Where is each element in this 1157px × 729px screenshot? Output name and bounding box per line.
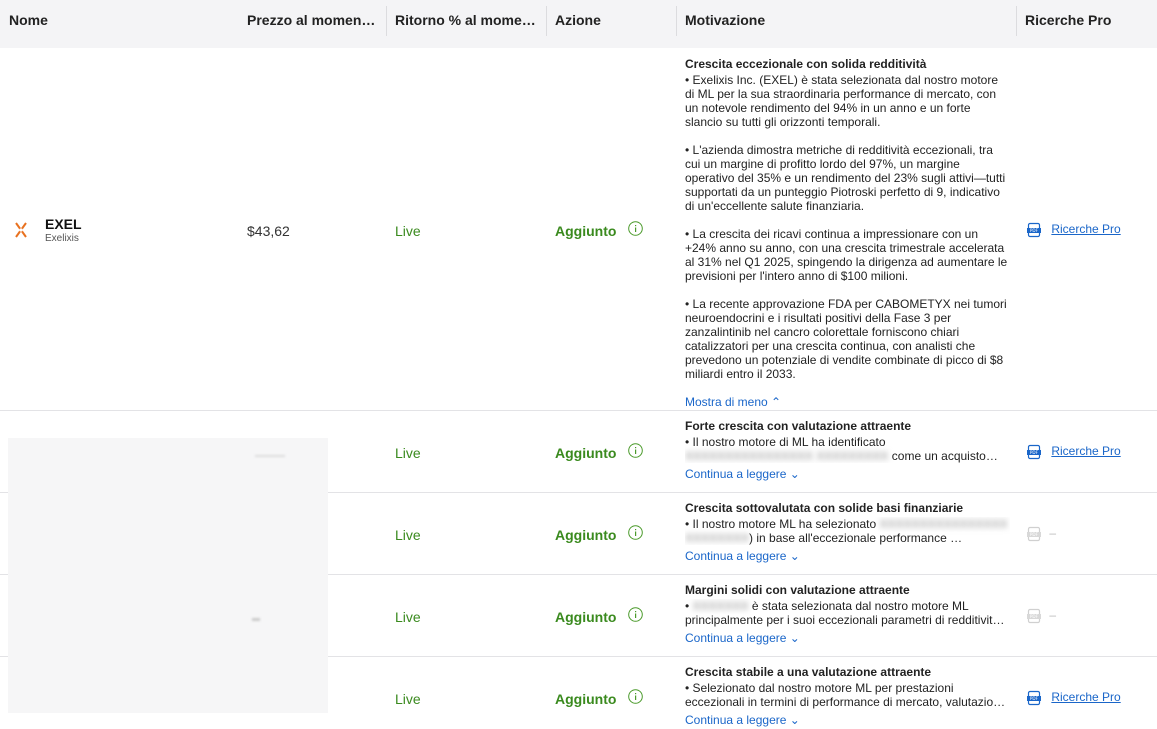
action-status: Aggiunto bbox=[555, 691, 617, 707]
pro-research-link[interactable]: PDF Ricerche Pro bbox=[1026, 444, 1121, 460]
snippet-text: • Il nostro motore ML ha selezionato bbox=[685, 517, 877, 531]
motivation-snippet: • Il nostro motore ML ha selezionato XXX… bbox=[685, 517, 1010, 545]
motivation-title: Crescita sottovalutata con solide basi f… bbox=[685, 501, 964, 515]
action-status: Aggiunto bbox=[555, 527, 617, 543]
read-more-toggle[interactable]: Continua a leggere ⌄ bbox=[685, 467, 1010, 481]
snippet-text: • Il nostro motore di ML ha identificato bbox=[685, 435, 886, 449]
redacted-smudge bbox=[255, 455, 285, 457]
pdf-icon: PDF bbox=[1026, 526, 1042, 542]
col-header-motivation[interactable]: Motivazione bbox=[685, 0, 1005, 48]
pro-research-unavailable: PDF – bbox=[1026, 608, 1056, 624]
pdf-icon: PDF bbox=[1026, 608, 1042, 624]
read-more-toggle[interactable]: Continua a leggere ⌄ bbox=[685, 631, 1010, 645]
svg-text:PDF: PDF bbox=[1030, 532, 1039, 537]
motivation-text: Crescita eccezionale con solida redditiv… bbox=[685, 57, 1010, 409]
ticker-symbol[interactable]: EXEL bbox=[45, 216, 82, 232]
snippet-text: ) in base all'eccezionale performance … bbox=[749, 531, 963, 545]
return-status: Live bbox=[395, 223, 421, 239]
redacted-text: XXXXXXX bbox=[692, 599, 749, 613]
chevron-down-icon[interactable]: ⌄ bbox=[790, 549, 800, 563]
motivation-text: Margini solidi con valutazione attraente… bbox=[685, 583, 1010, 645]
col-header-pro[interactable]: Ricerche Pro bbox=[1025, 0, 1150, 48]
col-header-return[interactable]: Ritorno % al mome… bbox=[395, 0, 538, 48]
svg-text:PDF: PDF bbox=[1030, 696, 1039, 701]
motivation-title: Margini solidi con valutazione attraente bbox=[685, 583, 910, 597]
redacted-smudge bbox=[252, 618, 260, 621]
info-icon[interactable] bbox=[628, 221, 643, 236]
info-icon[interactable] bbox=[628, 607, 643, 622]
motivation-text: Crescita sottovalutata con solide basi f… bbox=[685, 501, 1010, 563]
chevron-up-icon[interactable]: ⌃ bbox=[771, 395, 781, 409]
pro-research-unavailable: PDF – bbox=[1026, 526, 1056, 542]
info-icon[interactable] bbox=[628, 443, 643, 458]
table-header: Nome Prezzo al momen… Ritorno % al mome…… bbox=[0, 0, 1157, 48]
col-divider bbox=[676, 6, 677, 36]
return-status: Live bbox=[395, 527, 421, 543]
pro-research-label[interactable]: Ricerche Pro bbox=[1051, 444, 1120, 458]
pro-research-placeholder: – bbox=[1049, 526, 1057, 541]
motivation-snippet: • XXXXXXX è stata selezionata dal nostro… bbox=[685, 599, 1010, 627]
col-header-price[interactable]: Prezzo al momen… bbox=[247, 0, 377, 48]
motivation-paragraph: • Exelixis Inc. (EXEL) è stata seleziona… bbox=[685, 73, 999, 129]
chevron-down-icon[interactable]: ⌄ bbox=[790, 713, 800, 727]
chevron-down-icon[interactable]: ⌄ bbox=[790, 467, 800, 481]
svg-text:PDF: PDF bbox=[1030, 228, 1039, 233]
pdf-icon: PDF bbox=[1026, 690, 1042, 706]
read-more-label[interactable]: Continua a leggere bbox=[685, 631, 786, 645]
pro-research-label[interactable]: Ricerche Pro bbox=[1051, 222, 1120, 236]
motivation-paragraph: • La crescita dei ricavi continua a impr… bbox=[685, 227, 1008, 283]
show-less-toggle[interactable]: Mostra di meno ⌃ bbox=[685, 395, 1010, 409]
col-header-action[interactable]: Azione bbox=[555, 0, 665, 48]
action-status: Aggiunto bbox=[555, 223, 617, 239]
snippet-text: • bbox=[685, 599, 690, 613]
motivation-title: Crescita stabile a una valutazione attra… bbox=[685, 665, 932, 679]
action-status: Aggiunto bbox=[555, 445, 617, 461]
svg-text:PDF: PDF bbox=[1030, 614, 1039, 619]
pro-research-label[interactable]: Ricerche Pro bbox=[1051, 690, 1120, 704]
read-more-toggle[interactable]: Continua a leggere ⌄ bbox=[685, 549, 1010, 563]
pro-research-link[interactable]: PDF Ricerche Pro bbox=[1026, 690, 1121, 706]
col-header-name[interactable]: Nome bbox=[9, 0, 229, 48]
info-icon[interactable] bbox=[628, 689, 643, 704]
return-status: Live bbox=[395, 691, 421, 707]
redacted-overlay bbox=[8, 438, 328, 713]
col-divider bbox=[386, 6, 387, 36]
motivation-paragraph: • L'azienda dimostra metriche di redditi… bbox=[685, 143, 1006, 213]
motivation-title: Crescita eccezionale con solida redditiv… bbox=[685, 57, 927, 71]
read-more-toggle[interactable]: Continua a leggere ⌄ bbox=[685, 713, 1010, 727]
pdf-icon: PDF bbox=[1026, 222, 1042, 238]
info-icon[interactable] bbox=[628, 525, 643, 540]
company-logo bbox=[14, 221, 28, 242]
motivation-text: Forte crescita con valutazione attraente… bbox=[685, 419, 1010, 481]
chevron-down-icon[interactable]: ⌄ bbox=[790, 631, 800, 645]
company-name: Exelixis bbox=[45, 233, 79, 244]
price-value: $43,62 bbox=[247, 223, 290, 239]
read-more-label[interactable]: Continua a leggere bbox=[685, 713, 786, 727]
motivation-title: Forte crescita con valutazione attraente bbox=[685, 419, 912, 433]
col-divider bbox=[1016, 6, 1017, 36]
motivation-snippet: • Il nostro motore di ML ha identificato… bbox=[685, 435, 1010, 463]
motivation-snippet: • Selezionato dal nostro motore ML per p… bbox=[685, 681, 1006, 709]
pro-research-link[interactable]: PDF Ricerche Pro bbox=[1026, 222, 1121, 238]
read-more-label[interactable]: Continua a leggere bbox=[685, 549, 786, 563]
pro-research-placeholder: – bbox=[1049, 608, 1057, 623]
action-status: Aggiunto bbox=[555, 609, 617, 625]
svg-text:PDF: PDF bbox=[1030, 450, 1039, 455]
return-status: Live bbox=[395, 609, 421, 625]
motivation-text: Crescita stabile a una valutazione attra… bbox=[685, 665, 1010, 727]
read-more-label[interactable]: Continua a leggere bbox=[685, 467, 786, 481]
pdf-icon: PDF bbox=[1026, 444, 1042, 460]
table-row[interactable]: EXEL Exelixis $43,62 Live Aggiunto Cresc… bbox=[0, 48, 1157, 411]
redacted-text: XXXXXXXXXXXXXXXX XXXXXXXXX bbox=[685, 449, 889, 463]
motivation-paragraph: • La recente approvazione FDA per CABOME… bbox=[685, 297, 1007, 381]
show-less-label[interactable]: Mostra di meno bbox=[685, 395, 768, 409]
col-divider bbox=[546, 6, 547, 36]
return-status: Live bbox=[395, 445, 421, 461]
